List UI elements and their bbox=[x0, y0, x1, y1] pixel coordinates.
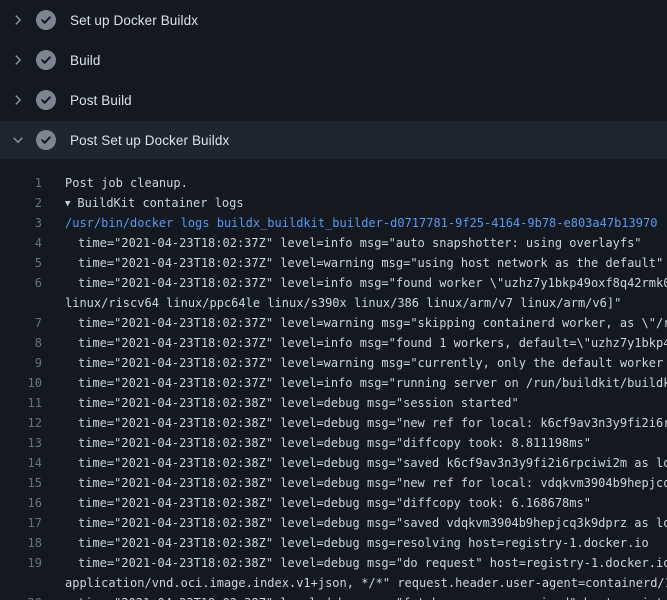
workflow-log-viewer: Set up Docker Buildx Build Post Build Post … bbox=[0, 0, 667, 600]
log-line: 12time="2021-04-23T18:02:38Z" level=debu… bbox=[0, 413, 667, 433]
log-text: time="2021-04-23T18:02:38Z" level=debug … bbox=[42, 413, 667, 433]
log-line: 19time="2021-04-23T18:02:38Z" level=debu… bbox=[0, 553, 667, 573]
log-text: time="2021-04-23T18:02:38Z" level=debug … bbox=[42, 533, 649, 553]
success-check-icon bbox=[36, 130, 56, 150]
log-text: time="2021-04-23T18:02:38Z" level=debug … bbox=[42, 513, 667, 533]
log-text: time="2021-04-23T18:02:37Z" level=warnin… bbox=[42, 253, 663, 273]
log-text: time="2021-04-23T18:02:38Z" level=debug … bbox=[42, 473, 667, 493]
log-line: 5time="2021-04-23T18:02:37Z" level=warni… bbox=[0, 253, 667, 273]
chevron-right-icon bbox=[10, 92, 26, 108]
log-line: 7time="2021-04-23T18:02:37Z" level=warni… bbox=[0, 313, 667, 333]
log-line-number[interactable]: 1 bbox=[0, 173, 42, 193]
log-text: time="2021-04-23T18:02:37Z" level=warnin… bbox=[42, 313, 667, 333]
chevron-right-icon bbox=[10, 12, 26, 28]
log-text: time="2021-04-23T18:02:37Z" level=info m… bbox=[42, 273, 667, 293]
log-text: time="2021-04-23T18:02:37Z" level=info m… bbox=[42, 333, 667, 353]
log-line-number[interactable]: 10 bbox=[0, 373, 42, 393]
log-line: 15time="2021-04-23T18:02:38Z" level=debu… bbox=[0, 473, 667, 493]
log-line: 9time="2021-04-23T18:02:37Z" level=warni… bbox=[0, 353, 667, 373]
log-line: 2 ▼ BuildKit container logs bbox=[0, 193, 667, 213]
step-header-set-up-docker-buildx[interactable]: Set up Docker Buildx bbox=[0, 0, 667, 40]
log-line-number[interactable]: 16 bbox=[0, 493, 42, 513]
log-line-number[interactable]: 2 bbox=[0, 193, 42, 213]
log-line-number[interactable]: 15 bbox=[0, 473, 42, 493]
success-check-icon bbox=[36, 50, 56, 70]
log-line: 3/usr/bin/docker logs buildx_buildkit_bu… bbox=[0, 213, 667, 233]
log-line-number[interactable]: 11 bbox=[0, 393, 42, 413]
log-text: time="2021-04-23T18:02:37Z" level=info m… bbox=[42, 233, 642, 253]
step-label: Post Set up Docker Buildx bbox=[70, 133, 229, 148]
log-pane[interactable]: 1Post job cleanup.2 ▼ BuildKit container l… bbox=[0, 159, 667, 600]
step-header-post-set-up-docker-buildx[interactable]: Post Set up Docker Buildx bbox=[0, 121, 667, 159]
log-text: time="2021-04-23T18:02:38Z" level=debug … bbox=[42, 453, 667, 473]
success-check-icon bbox=[36, 90, 56, 110]
log-line: 10time="2021-04-23T18:02:37Z" level=info… bbox=[0, 373, 667, 393]
step-label: Build bbox=[70, 53, 101, 68]
log-line-number[interactable]: 7 bbox=[0, 313, 42, 333]
log-text: ▼ BuildKit container logs bbox=[42, 193, 244, 213]
log-command-text: /usr/bin/docker logs buildx_buildkit_bui… bbox=[42, 213, 657, 233]
log-line: 4time="2021-04-23T18:02:37Z" level=info … bbox=[0, 233, 667, 253]
log-line: 17time="2021-04-23T18:02:38Z" level=debu… bbox=[0, 513, 667, 533]
step-label: Post Build bbox=[70, 93, 132, 108]
log-text: time="2021-04-23T18:02:38Z" level=debug … bbox=[42, 433, 591, 453]
group-title[interactable]: BuildKit container logs bbox=[77, 196, 243, 210]
log-line: 8time="2021-04-23T18:02:37Z" level=info … bbox=[0, 333, 667, 353]
chevron-down-icon bbox=[10, 132, 26, 148]
log-line-number[interactable]: 18 bbox=[0, 533, 42, 553]
log-line-continuation: linux/riscv64 linux/ppc64le linux/s390x … bbox=[0, 293, 667, 313]
log-line: 13time="2021-04-23T18:02:38Z" level=debu… bbox=[0, 433, 667, 453]
log-line-number bbox=[0, 573, 42, 593]
step-header-build[interactable]: Build bbox=[0, 40, 667, 80]
log-text: linux/riscv64 linux/ppc64le linux/s390x … bbox=[42, 293, 621, 313]
log-text: Post job cleanup. bbox=[42, 173, 188, 193]
log-text: time="2021-04-23T18:02:38Z" level=debug … bbox=[42, 493, 591, 513]
log-line: 6time="2021-04-23T18:02:37Z" level=info … bbox=[0, 273, 667, 293]
log-line-number[interactable]: 19 bbox=[0, 553, 42, 573]
log-line-number[interactable]: 17 bbox=[0, 513, 42, 533]
log-line-number[interactable]: 5 bbox=[0, 253, 42, 273]
log-line: 20time="2021-04-23T18:02:38Z" level=debu… bbox=[0, 593, 667, 600]
group-expand-toggle-icon[interactable]: ▼ bbox=[65, 194, 70, 213]
log-line-number[interactable]: 4 bbox=[0, 233, 42, 253]
log-line: 18time="2021-04-23T18:02:38Z" level=debu… bbox=[0, 533, 667, 553]
log-line-continuation: application/vnd.oci.image.index.v1+json,… bbox=[0, 573, 667, 593]
log-line-number[interactable]: 3 bbox=[0, 213, 42, 233]
log-text: time="2021-04-23T18:02:38Z" level=debug … bbox=[42, 393, 519, 413]
step-header-post-build[interactable]: Post Build bbox=[0, 80, 667, 120]
log-line: 1Post job cleanup. bbox=[0, 173, 667, 193]
step-list: Set up Docker Buildx Build Post Build Post … bbox=[0, 0, 667, 159]
success-check-icon bbox=[36, 10, 56, 30]
step-label: Set up Docker Buildx bbox=[70, 13, 198, 28]
log-line-number bbox=[0, 293, 42, 313]
log-line-number[interactable]: 6 bbox=[0, 273, 42, 293]
log-text: time="2021-04-23T18:02:37Z" level=warnin… bbox=[42, 353, 667, 373]
log-line: 14time="2021-04-23T18:02:38Z" level=debu… bbox=[0, 453, 667, 473]
log-text: time="2021-04-23T18:02:37Z" level=info m… bbox=[42, 373, 667, 393]
log-text: time="2021-04-23T18:02:38Z" level=debug … bbox=[42, 593, 667, 600]
log-line-number[interactable]: 13 bbox=[0, 433, 42, 453]
log-line-number[interactable]: 20 bbox=[0, 593, 42, 600]
log-line-number[interactable]: 8 bbox=[0, 333, 42, 353]
log-line: 16time="2021-04-23T18:02:38Z" level=debu… bbox=[0, 493, 667, 513]
chevron-right-icon bbox=[10, 52, 26, 68]
log-text: application/vnd.oci.image.index.v1+json,… bbox=[42, 573, 667, 593]
log-line-number[interactable]: 9 bbox=[0, 353, 42, 373]
log-line-number[interactable]: 12 bbox=[0, 413, 42, 433]
log-line-number[interactable]: 14 bbox=[0, 453, 42, 473]
log-text: time="2021-04-23T18:02:38Z" level=debug … bbox=[42, 553, 667, 573]
log-line: 11time="2021-04-23T18:02:38Z" level=debu… bbox=[0, 393, 667, 413]
